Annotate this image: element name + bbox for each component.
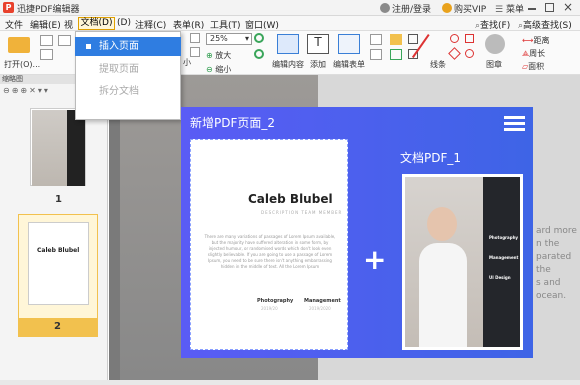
page-thumbnail-2[interactable]: Caleb Blubel [28, 222, 89, 305]
label-management: Management [489, 255, 519, 260]
document-preview[interactable]: Photography Management UI Design [402, 174, 523, 350]
body-text: There are many variations of passages of… [204, 234, 336, 269]
menu-view[interactable]: 视 [64, 18, 73, 31]
app-logo: P [3, 2, 14, 13]
distance-tool[interactable]: ⟷距离 [522, 35, 549, 46]
edit-content-label[interactable]: 编辑内容 [272, 59, 304, 70]
status-bar [0, 380, 580, 385]
area-tool[interactable]: ▱面积 [522, 61, 544, 72]
role-photography: Photography [257, 298, 294, 304]
circle-tool-icon[interactable] [450, 34, 459, 43]
perimeter-tool[interactable]: ⟁周长 [522, 48, 545, 59]
background-text: ard more n the parated the s and ocean. [536, 226, 577, 301]
menu-file[interactable]: 文件 [5, 18, 23, 31]
menu-doc-fragment: (D) [117, 18, 131, 28]
print-icon[interactable] [40, 49, 53, 60]
zoom-in-button[interactable]: ⊕ 放大 [206, 50, 231, 61]
open-folder-icon[interactable] [8, 37, 30, 53]
stamp-label[interactable]: 图章 [486, 59, 502, 70]
role-management-date: 2019/2020 [309, 306, 331, 311]
save-icon[interactable] [40, 35, 53, 46]
toolbar-fragment: 小 [183, 58, 191, 67]
menu-button[interactable]: ☰ 菜单 [495, 2, 524, 15]
cloud-tool-icon[interactable] [465, 49, 474, 58]
user-icon [380, 3, 390, 13]
add-label[interactable]: 添加 [310, 59, 326, 70]
face-shape [427, 207, 457, 241]
login-link[interactable]: 注册/登录 [380, 2, 431, 15]
title-bar [0, 0, 580, 16]
menu-edit[interactable]: 编辑(E) [30, 18, 61, 31]
advanced-find-button[interactable]: ⌕高级查找(S) [518, 18, 572, 31]
link-icon[interactable] [370, 49, 382, 60]
zoom-out-button[interactable]: ⊖ 缩小 [206, 64, 231, 75]
label-ui-design: UI Design [489, 275, 511, 280]
edit-form-icon[interactable] [338, 34, 360, 54]
refresh-icon[interactable] [254, 49, 264, 59]
chevron-down-icon: ▾ [244, 34, 249, 43]
role-management: Management [304, 298, 341, 304]
sidebar-tools[interactable]: ⊖⊕⊕✕▾▾ [3, 86, 50, 95]
note-icon[interactable] [390, 34, 402, 45]
overlay-title: 新增PDF页面_2 [190, 116, 276, 130]
menu-document[interactable]: 文档(D) [78, 17, 115, 30]
person-subtitle: DESCRIPTION TEAM MEMBER [261, 210, 343, 215]
zoom-out-icon: ⊖ [206, 65, 213, 74]
line-label[interactable]: 线条 [430, 59, 446, 70]
close-icon[interactable]: × [563, 0, 573, 14]
menu-window[interactable]: 窗口(W) [245, 18, 279, 31]
dark-sidebar: Photography Management UI Design [483, 177, 520, 347]
crop-icon[interactable] [370, 34, 382, 45]
page-number-1: 1 [55, 194, 62, 205]
open-label[interactable]: 打开(O)... [4, 59, 40, 70]
rotate-icon[interactable] [254, 33, 264, 43]
person-photo [405, 177, 483, 347]
dark-panel [67, 110, 85, 186]
add-text-icon[interactable]: T [307, 34, 329, 54]
extract-page-menu-item[interactable]: 提取页面 [75, 60, 181, 79]
stamp-icon[interactable] [485, 34, 505, 54]
document-label: 文档PDF_1 [400, 151, 462, 165]
vip-button[interactable]: 购买VIP [442, 2, 486, 15]
role-photography-date: 2019/20 [261, 306, 278, 311]
distance-icon: ⟷ [522, 36, 534, 45]
photo-thumb [32, 110, 67, 186]
sound-icon[interactable] [390, 49, 402, 60]
zoom-in-icon: ⊕ [206, 51, 213, 60]
maximize-icon[interactable] [545, 3, 554, 12]
menu-form[interactable]: 表单(R) [173, 18, 204, 31]
minimize-icon[interactable] [528, 8, 536, 10]
new-pdf-page-preview[interactable]: Caleb Blubel DESCRIPTION TEAM MEMBER The… [190, 139, 348, 350]
hand-tool-icon[interactable] [190, 33, 200, 43]
find-button[interactable]: ⌕查找(F) [475, 18, 510, 31]
square-tool-icon[interactable] [465, 34, 474, 43]
thumb-name: Caleb Blubel [37, 247, 80, 254]
person-name: Caleb Blubel [248, 192, 333, 206]
hamburger-icon[interactable] [504, 116, 525, 134]
page-number-2: 2 [54, 321, 61, 332]
plus-icon: + [363, 243, 387, 276]
menu-icon: ☰ [495, 5, 504, 15]
label-photography: Photography [489, 235, 519, 240]
menu-tools[interactable]: 工具(T) [210, 18, 241, 31]
edit-form-label[interactable]: 编辑表单 [333, 59, 365, 70]
insert-page-icon [85, 43, 92, 50]
vip-icon [442, 3, 452, 13]
email-icon[interactable] [58, 35, 71, 46]
select-tool-icon[interactable] [190, 47, 200, 57]
app-title: 迅捷PDF编辑器 [17, 5, 80, 15]
zoom-select[interactable]: 25% ▾ [206, 33, 252, 45]
edit-content-icon[interactable] [277, 34, 299, 54]
textbox-icon[interactable] [408, 34, 418, 44]
menu-annotate[interactable]: 注释(C) [135, 18, 166, 31]
split-document-menu-item[interactable]: 拆分文档 [75, 82, 181, 101]
shirt-shape [419, 243, 467, 347]
